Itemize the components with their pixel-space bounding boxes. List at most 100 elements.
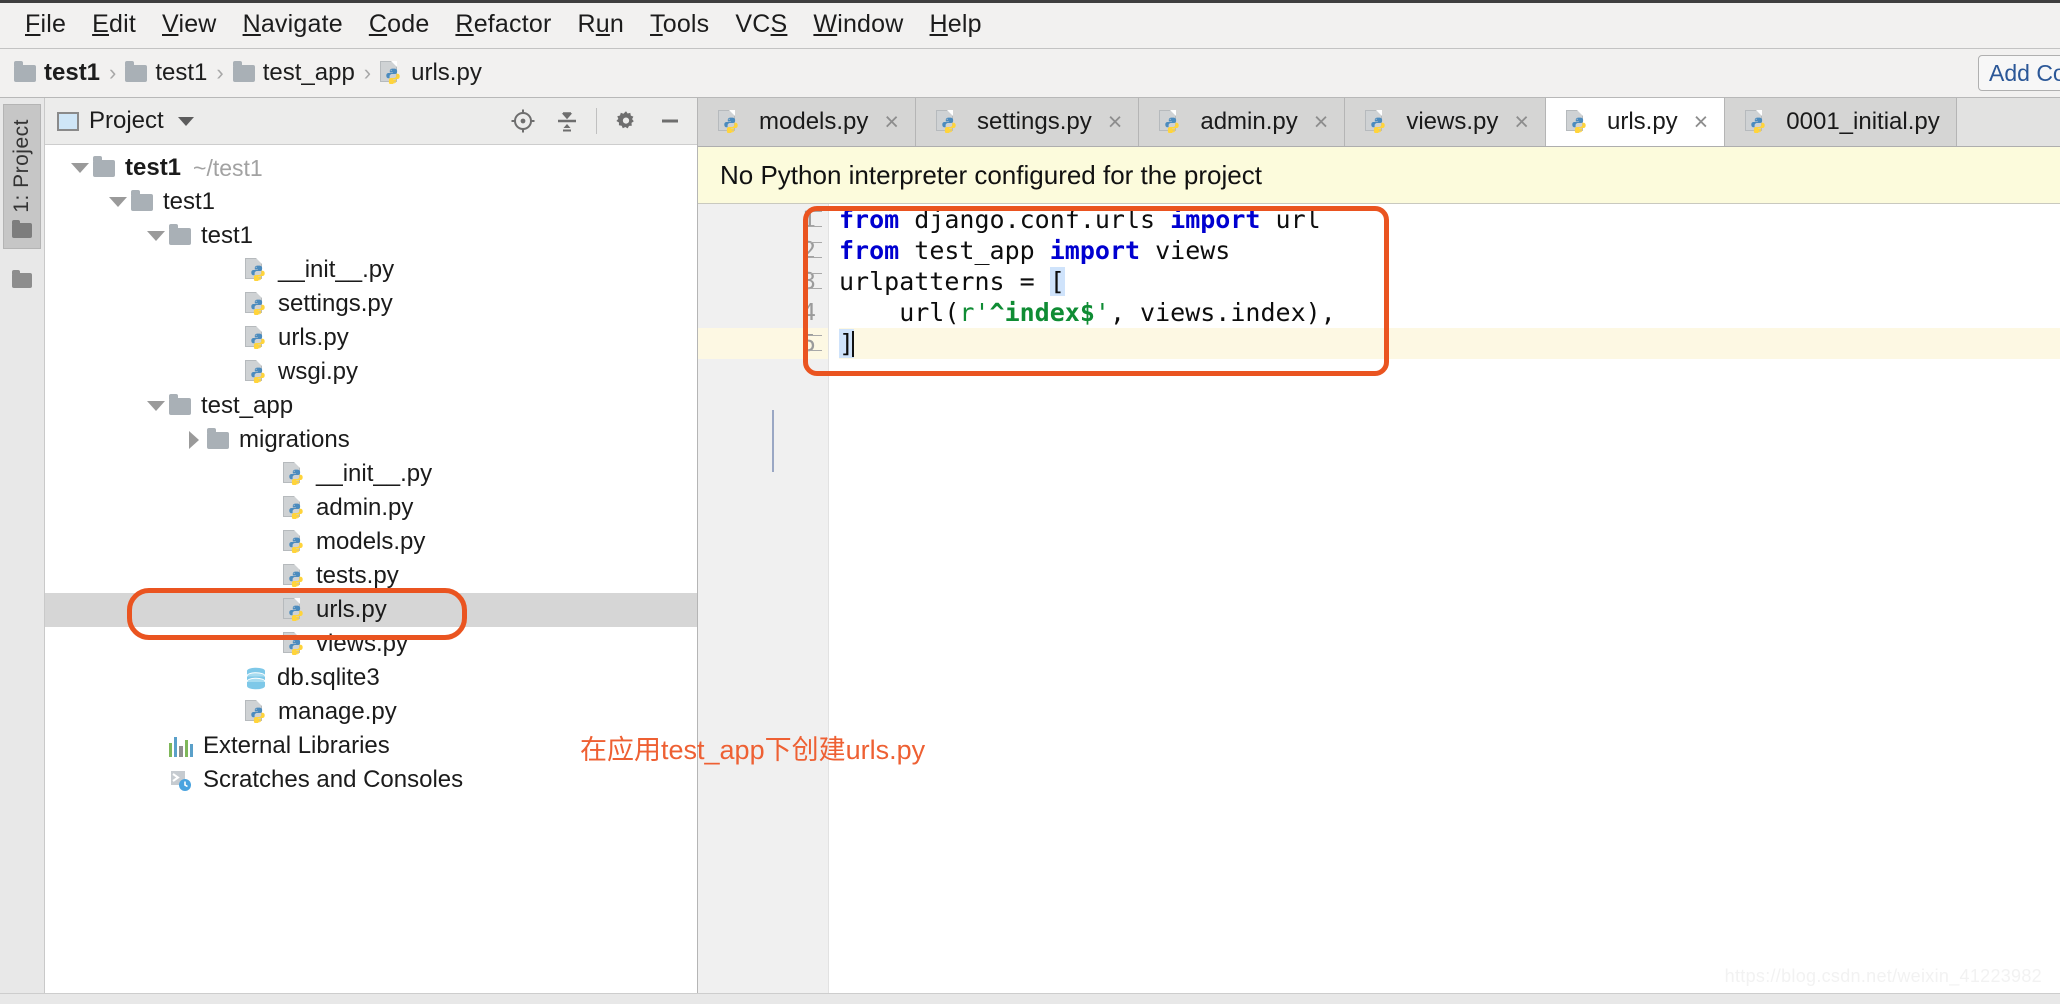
code-fold-marker[interactable] xyxy=(806,211,822,227)
editor-area: models.py × settings.py × admin.py × views.py ×… xyxy=(698,98,2060,993)
menu-item-tools[interactable]: Tools xyxy=(637,6,722,43)
code-string: r' xyxy=(959,298,990,327)
minimize-icon[interactable] xyxy=(651,104,689,138)
tree-row[interactable]: admin.py xyxy=(45,491,697,525)
menu-item-window[interactable]: Window xyxy=(800,6,916,43)
tree-row[interactable]: db.sqlite3 xyxy=(45,661,697,695)
code-keyword: from xyxy=(839,236,900,265)
tree-row[interactable]: tests.py xyxy=(45,559,697,593)
tree-row[interactable]: manage.py xyxy=(45,695,697,729)
breadcrumb-item-project[interactable]: test1 xyxy=(14,59,100,87)
code-editor[interactable]: 12345 from django.conf.urls import url fr… xyxy=(698,204,2060,993)
menu-item-view[interactable]: View xyxy=(149,6,230,43)
chevron-down-icon[interactable] xyxy=(143,231,169,241)
python-file-icon xyxy=(936,110,959,134)
editor-tab-label: 0001_initial.py xyxy=(1786,108,1940,135)
collapse-all-icon[interactable] xyxy=(548,104,586,138)
tree-row-selected[interactable]: urls.py xyxy=(45,593,697,627)
breadcrumb-item-test-app[interactable]: test_app xyxy=(232,59,355,87)
tree-row[interactable]: __init__.py xyxy=(45,253,697,287)
tree-row-path: ~/test1 xyxy=(193,154,263,181)
breadcrumb-item-urls-py[interactable]: urls.py xyxy=(380,59,482,87)
tree-row-label: migrations xyxy=(239,426,350,453)
code-fold-marker[interactable] xyxy=(806,335,822,351)
close-icon[interactable]: × xyxy=(1108,109,1123,135)
tree-row[interactable]: test1 ~/test1 xyxy=(45,151,697,185)
close-icon[interactable]: × xyxy=(1694,109,1709,135)
menu-item-refactor[interactable]: Refactor xyxy=(442,6,564,43)
chevron-down-icon[interactable] xyxy=(143,401,169,411)
tree-row-label: settings.py xyxy=(278,290,393,317)
code-line[interactable]: from django.conf.urls import url xyxy=(839,204,2060,235)
no-interpreter-warning-banner[interactable]: No Python interpreter configured for the… xyxy=(698,147,2060,204)
code-line[interactable]: ] xyxy=(839,328,2060,359)
editor-tab-0001_initial-py[interactable]: 0001_initial.py xyxy=(1725,98,1957,146)
editor-tab-urls-py[interactable]: urls.py × xyxy=(1545,98,1726,146)
add-configuration-button[interactable]: Add Configuration... xyxy=(1978,55,2060,91)
tree-row-label: test_app xyxy=(201,392,294,419)
folder-icon[interactable] xyxy=(12,269,32,288)
tree-row[interactable]: test1 xyxy=(45,219,697,253)
gear-icon[interactable] xyxy=(607,104,645,138)
python-file-icon xyxy=(245,292,268,316)
toolbar-divider xyxy=(596,108,597,134)
menu-item-run[interactable]: Run xyxy=(565,6,637,43)
project-panel-title-group[interactable]: Project xyxy=(57,107,194,135)
chevron-right-icon[interactable] xyxy=(181,431,207,449)
tree-row-label: db.sqlite3 xyxy=(277,664,380,691)
project-tree[interactable]: test1 ~/test1 test1 test1 __init__.py setting… xyxy=(45,145,697,993)
python-file-icon xyxy=(718,110,741,134)
text-caret xyxy=(852,331,855,357)
code-line[interactable]: urlpatterns = [ xyxy=(839,266,2060,297)
code-line[interactable]: from test_app import views xyxy=(839,235,2060,266)
project-panel-header: Project xyxy=(45,98,697,145)
tree-row[interactable]: migrations xyxy=(45,423,697,457)
toolwindow-button-project[interactable]: 1: Project xyxy=(3,104,41,249)
editor-tab-admin-py[interactable]: admin.py × xyxy=(1139,98,1346,146)
python-file-icon xyxy=(1365,110,1388,134)
chevron-down-icon[interactable] xyxy=(105,197,131,207)
menu-item-edit[interactable]: Edit xyxy=(79,6,149,43)
tree-row[interactable]: Scratches and Consoles xyxy=(45,763,697,797)
editor-tab-views-py[interactable]: views.py × xyxy=(1345,98,1546,146)
menu-bar: File Edit View Navigate Code Refactor Ru… xyxy=(0,0,2060,49)
close-icon[interactable]: × xyxy=(1514,109,1529,135)
python-file-icon xyxy=(283,462,306,486)
folder-icon xyxy=(12,219,32,238)
project-tool-window: Project test1 ~/test1 test1 test1 __init… xyxy=(45,98,698,993)
tree-row[interactable]: settings.py xyxy=(45,287,697,321)
close-icon[interactable]: × xyxy=(884,109,899,135)
code-fold-marker[interactable] xyxy=(806,273,822,289)
tree-row[interactable]: wsgi.py xyxy=(45,355,697,389)
close-icon[interactable]: × xyxy=(1314,109,1329,135)
tree-row[interactable]: urls.py xyxy=(45,321,697,355)
tree-row[interactable]: test_app xyxy=(45,389,697,423)
editor-tab-models-py[interactable]: models.py × xyxy=(698,98,916,146)
menu-item-file[interactable]: File xyxy=(12,6,79,43)
editor-tab-settings-py[interactable]: settings.py × xyxy=(916,98,1140,146)
tree-row-label: manage.py xyxy=(278,698,397,725)
tree-row[interactable]: __init__.py xyxy=(45,457,697,491)
chevron-down-icon[interactable] xyxy=(67,163,93,173)
tree-row[interactable]: views.py xyxy=(45,627,697,661)
editor-gutter[interactable]: 12345 xyxy=(698,204,829,993)
editor-tab-bar[interactable]: models.py × settings.py × admin.py × views.py ×… xyxy=(698,98,2060,147)
locate-icon[interactable] xyxy=(504,104,542,138)
python-file-icon xyxy=(1745,110,1768,134)
python-file-icon xyxy=(283,564,306,588)
folder-icon xyxy=(14,60,36,82)
code-keyword: import xyxy=(1170,205,1261,234)
code-text-area[interactable]: from django.conf.urls import url from tes… xyxy=(829,204,2060,993)
menu-item-code[interactable]: Code xyxy=(356,6,443,43)
menu-item-vcs[interactable]: VCS xyxy=(722,6,800,43)
menu-item-help[interactable]: Help xyxy=(917,6,995,43)
python-file-icon xyxy=(245,258,268,282)
tree-row[interactable]: test1 xyxy=(45,185,697,219)
tree-row-label: External Libraries xyxy=(203,732,390,759)
breadcrumb-item-test1[interactable]: test1 xyxy=(125,59,207,87)
code-fold-marker[interactable] xyxy=(806,242,822,258)
menu-item-navigate[interactable]: Navigate xyxy=(230,6,356,43)
code-line[interactable]: url(r'^index$', views.index), xyxy=(839,297,2060,328)
tree-row[interactable]: models.py xyxy=(45,525,697,559)
chevron-down-icon[interactable] xyxy=(177,116,194,126)
